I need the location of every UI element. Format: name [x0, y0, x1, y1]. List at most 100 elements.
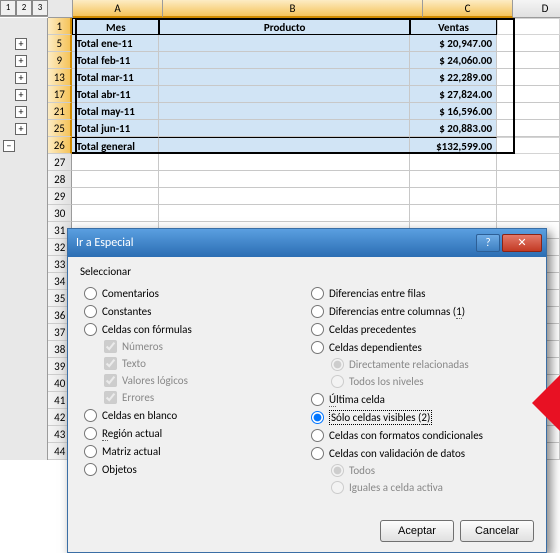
cell[interactable] [497, 137, 560, 154]
cell[interactable] [497, 35, 560, 52]
cell-value[interactable]: $ 20,947.00 [410, 35, 497, 52]
radio-objetos[interactable] [84, 463, 97, 476]
cell[interactable] [159, 103, 410, 120]
option-formulas[interactable]: Celdas con fórmulas [80, 320, 307, 338]
cell[interactable] [410, 205, 497, 222]
row-header[interactable]: 9 [48, 52, 72, 69]
cell[interactable] [159, 120, 410, 137]
row-header[interactable]: 26 [48, 137, 72, 154]
cell[interactable] [410, 154, 497, 171]
radio-blanco[interactable] [84, 409, 97, 422]
dialog-titlebar[interactable]: Ir a Especial ? ✕ [68, 229, 546, 257]
expand-icon[interactable]: + [15, 123, 27, 135]
radio-cond[interactable] [311, 429, 324, 442]
expand-icon[interactable]: + [15, 55, 27, 67]
expand-icon[interactable]: + [15, 106, 27, 118]
radio-constantes[interactable] [84, 305, 97, 318]
cell[interactable] [72, 154, 159, 171]
cell[interactable] [410, 188, 497, 205]
cell[interactable] [497, 120, 560, 137]
cell[interactable] [410, 171, 497, 188]
row-header[interactable]: 21 [48, 103, 72, 120]
cell-month-total[interactable]: Total feb-11 [72, 52, 159, 69]
cell[interactable] [497, 171, 560, 188]
radio-difcols[interactable] [311, 305, 324, 318]
radio-comentarios[interactable] [84, 287, 97, 300]
option-constantes[interactable]: Constantes [80, 302, 307, 320]
option-comentarios[interactable]: Comentarios [80, 284, 307, 302]
option-matriz[interactable]: Matriz actual [80, 442, 307, 460]
row-header[interactable]: 28 [48, 171, 72, 188]
cell-value[interactable]: $ 16,596.00 [410, 103, 497, 120]
option-visibles[interactable]: Sólo celdas visibles (2) [307, 408, 534, 426]
cell[interactable] [159, 69, 410, 86]
cell[interactable] [497, 86, 560, 103]
radio-visibles[interactable] [311, 411, 324, 424]
radio-valid[interactable] [311, 447, 324, 460]
cell-value[interactable]: $ 27,824.00 [410, 86, 497, 103]
row-header[interactable]: 25 [48, 120, 72, 137]
select-all[interactable] [48, 0, 73, 18]
row-header[interactable]: 5 [48, 35, 72, 52]
cell-header-producto[interactable]: Producto [159, 18, 410, 35]
option-cond[interactable]: Celdas con formatos condicionales [307, 426, 534, 444]
radio-diffilas[interactable] [311, 287, 324, 300]
cell[interactable] [159, 188, 410, 205]
cell-month-total[interactable]: Total ene-11 [72, 35, 159, 52]
cell[interactable] [159, 52, 410, 69]
radio-matriz[interactable] [84, 445, 97, 458]
cell[interactable] [497, 205, 560, 222]
cell[interactable] [72, 188, 159, 205]
cell[interactable] [72, 205, 159, 222]
help-button[interactable]: ? [476, 234, 500, 252]
cell-month-total[interactable]: Total may-11 [72, 103, 159, 120]
radio-ultima[interactable] [311, 393, 324, 406]
cell[interactable] [497, 103, 560, 120]
expand-icon[interactable]: + [15, 89, 27, 101]
expand-icon[interactable]: + [15, 38, 27, 50]
option-blanco[interactable]: Celdas en blanco [80, 406, 307, 424]
cell[interactable] [159, 137, 410, 154]
cell[interactable] [497, 52, 560, 69]
cell-total-general[interactable]: Total general [72, 137, 159, 154]
cell-month-total[interactable]: Total abr-11 [72, 86, 159, 103]
radio-preced[interactable] [311, 323, 324, 336]
collapse-icon[interactable]: − [3, 140, 15, 152]
row-header[interactable]: 29 [48, 188, 72, 205]
cell[interactable] [159, 205, 410, 222]
cell[interactable] [72, 171, 159, 188]
cell-header-ventas[interactable]: Ventas [410, 18, 497, 35]
cell[interactable] [159, 171, 410, 188]
option-depend[interactable]: Celdas dependientes [307, 338, 534, 356]
cancel-button[interactable]: Cancelar [460, 520, 534, 542]
cell[interactable] [497, 154, 560, 171]
radio-formulas[interactable] [84, 323, 97, 336]
option-valid[interactable]: Celdas con validación de datos [307, 444, 534, 462]
option-preced[interactable]: Celdas precedentes [307, 320, 534, 338]
cell[interactable] [497, 69, 560, 86]
col-header-c[interactable]: C [423, 0, 513, 18]
radio-region[interactable] [84, 427, 97, 440]
radio-depend[interactable] [311, 341, 324, 354]
cell-value[interactable]: $ 22,289.00 [410, 69, 497, 86]
col-header-a[interactable]: A [73, 0, 163, 18]
expand-icon[interactable]: + [15, 72, 27, 84]
cell-header-mes[interactable]: Mes [72, 18, 159, 35]
cell-value[interactable]: $ 20,883.00 [410, 120, 497, 137]
row-header[interactable]: 17 [48, 86, 72, 103]
ok-button[interactable]: Aceptar [380, 520, 454, 542]
row-header[interactable]: 13 [48, 69, 72, 86]
outline-level-2[interactable]: 2 [16, 0, 32, 16]
row-header[interactable]: 27 [48, 154, 72, 171]
option-ultima[interactable]: Última celda [307, 390, 534, 408]
cell-total-value[interactable]: $132,599.00 [410, 137, 497, 154]
col-header-d[interactable]: D [513, 0, 560, 18]
outline-level-3[interactable]: 3 [32, 0, 48, 16]
cell[interactable] [497, 18, 560, 35]
cell[interactable] [159, 154, 410, 171]
cell-value[interactable]: $ 24,060.00 [410, 52, 497, 69]
col-header-b[interactable]: B [163, 0, 423, 18]
row-header[interactable]: 30 [48, 205, 72, 222]
option-difcols[interactable]: Diferencias entre columnas (1) [307, 302, 534, 320]
option-objetos[interactable]: Objetos [80, 460, 307, 478]
